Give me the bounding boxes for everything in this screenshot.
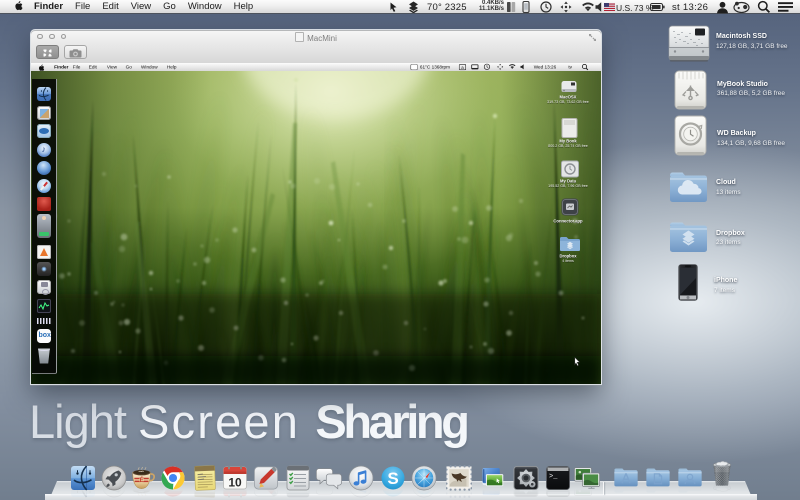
svg-text:10: 10 (228, 476, 242, 490)
svg-text:>_: >_ (549, 473, 558, 481)
svg-text:a: a (461, 65, 464, 70)
svg-text:É: É (139, 476, 143, 484)
svg-text:S: S (387, 469, 398, 488)
